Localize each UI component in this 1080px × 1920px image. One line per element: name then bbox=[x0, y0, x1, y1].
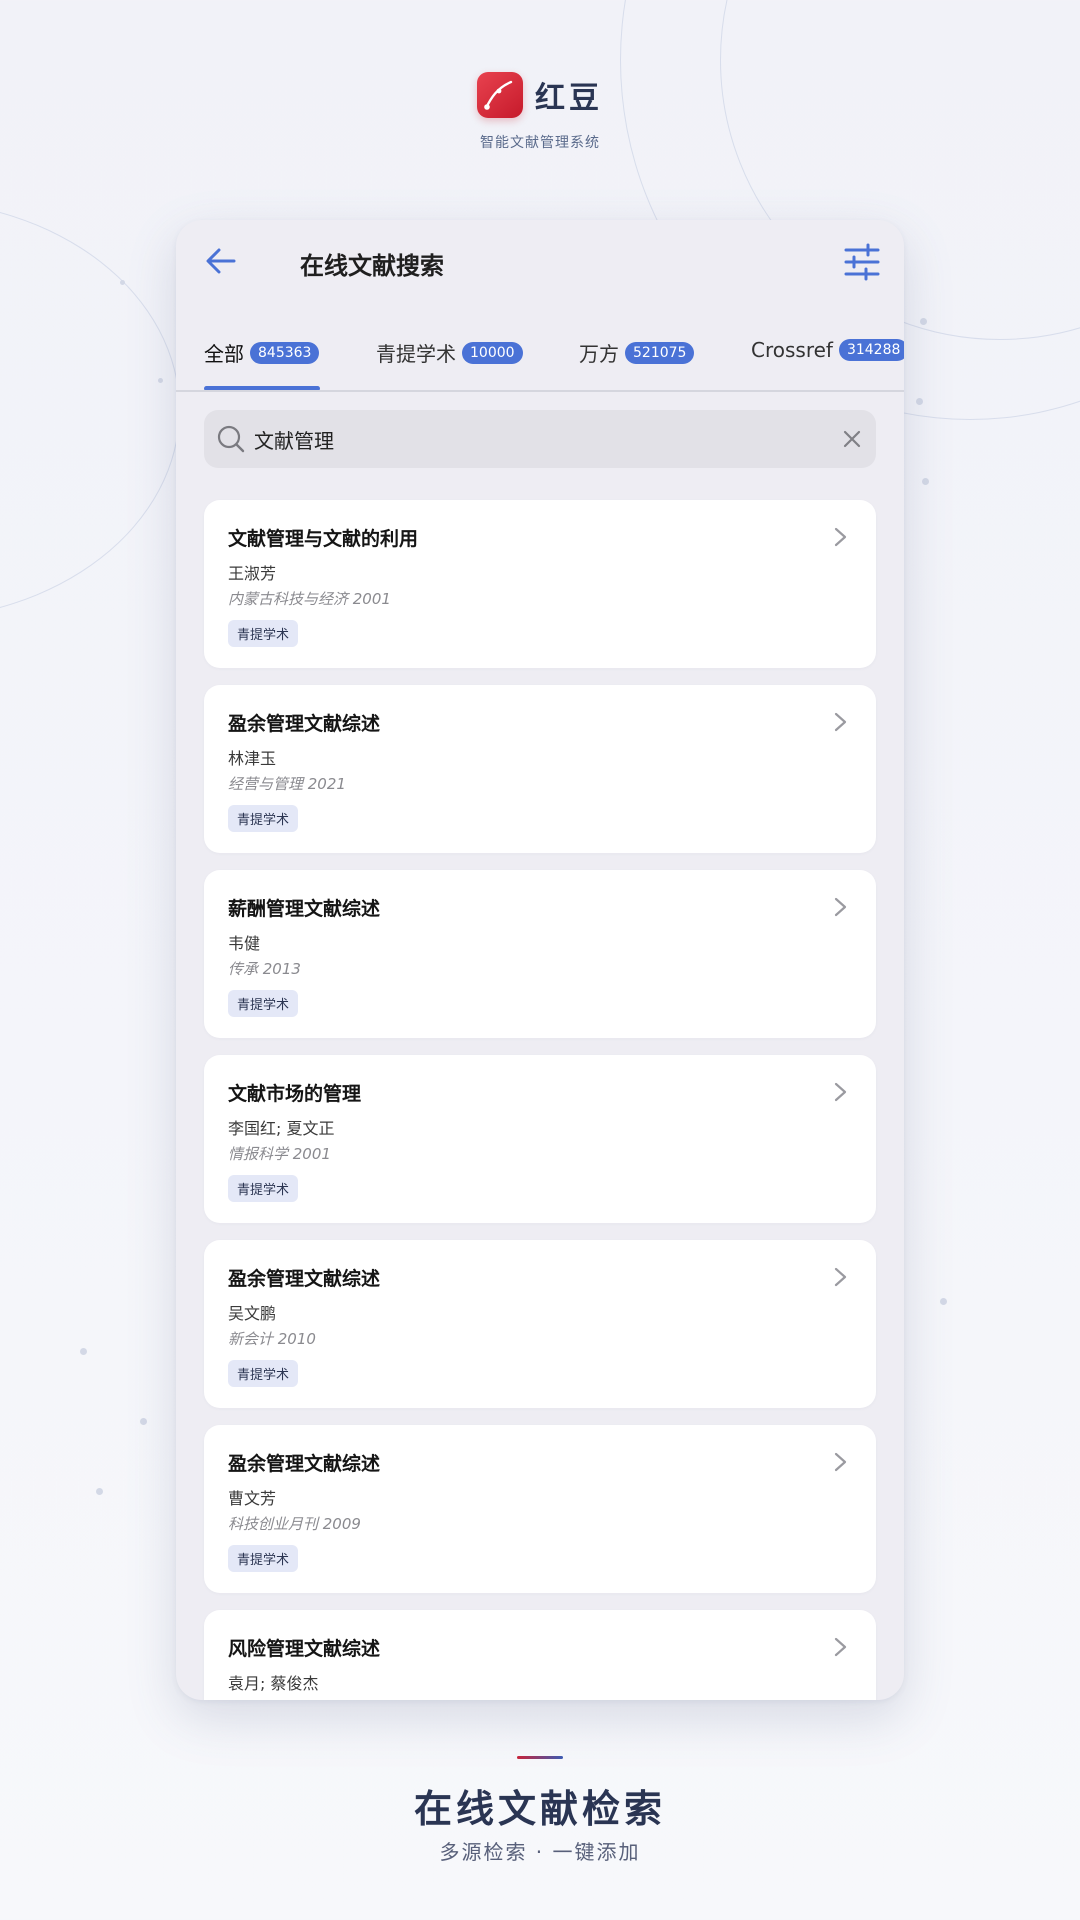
tab-count-badge: 314288 bbox=[838, 339, 904, 361]
result-authors: 曹文芳 bbox=[228, 1489, 277, 1508]
result-card[interactable]: 盈余管理文献综述 曹文芳 科技创业月刊 2009 青提学术 bbox=[204, 1425, 876, 1593]
caption-accent-line bbox=[517, 1756, 563, 1759]
page-title: 在线文献搜索 bbox=[300, 252, 444, 280]
result-title: 薪酬管理文献综述 bbox=[228, 898, 381, 920]
back-arrow-icon[interactable] bbox=[204, 244, 238, 278]
result-card[interactable]: 盈余管理文献综述 林津玉 经营与管理 2021 青提学术 bbox=[204, 685, 876, 853]
results-list: 文献管理与文献的利用 王淑芳 内蒙古科技与经济 2001 青提学术 盈余管理文献… bbox=[204, 500, 876, 1700]
result-title: 盈余管理文献综述 bbox=[228, 713, 381, 735]
result-source: 新会计 2010 bbox=[228, 1330, 316, 1348]
chevron-right-icon bbox=[830, 711, 850, 733]
result-card[interactable]: 文献管理与文献的利用 王淑芳 内蒙古科技与经济 2001 青提学术 bbox=[204, 500, 876, 668]
result-authors: 袁月; 蔡俊杰 bbox=[228, 1674, 319, 1693]
chevron-right-icon bbox=[830, 526, 850, 548]
tab-count-badge: 10000 bbox=[462, 341, 523, 364]
tab-crossref[interactable]: Crossref 314288 bbox=[751, 338, 904, 362]
result-source: 经营与管理 2021 bbox=[228, 775, 346, 793]
phone-screen: 在线文献搜索 全部 845363 青提学术 10000 万方 521075 Cr… bbox=[176, 220, 904, 1700]
chevron-right-icon bbox=[830, 1081, 850, 1103]
tab-wanfang[interactable]: 万方 521075 bbox=[579, 338, 695, 367]
chevron-right-icon bbox=[830, 1636, 850, 1658]
result-title: 文献管理与文献的利用 bbox=[228, 528, 419, 550]
source-tag: 青提学术 bbox=[228, 1545, 299, 1572]
result-authors: 韦健 bbox=[228, 934, 261, 953]
source-tabs: 全部 845363 青提学术 10000 万方 521075 Crossref … bbox=[176, 330, 904, 390]
brand-row: 红豆 bbox=[477, 72, 603, 118]
app-logo-icon bbox=[477, 72, 523, 118]
tab-divider bbox=[176, 390, 904, 392]
result-source: 情报科学 2001 bbox=[228, 1145, 331, 1163]
caption-title: 在线文献检索 bbox=[413, 1787, 666, 1831]
chevron-right-icon bbox=[830, 1451, 850, 1473]
tab-label: 全部 bbox=[204, 342, 244, 366]
result-card[interactable]: 薪酬管理文献综述 韦健 传承 2013 青提学术 bbox=[204, 870, 876, 1038]
result-source: 传承 2013 bbox=[228, 960, 301, 978]
result-title: 盈余管理文献综述 bbox=[228, 1268, 381, 1290]
search-bar bbox=[204, 410, 876, 468]
result-card[interactable]: 盈余管理文献综述 吴文鹏 新会计 2010 青提学术 bbox=[204, 1240, 876, 1408]
chevron-right-icon bbox=[830, 1266, 850, 1288]
result-card[interactable]: 风险管理文献综述 袁月; 蔡俊杰 bbox=[204, 1610, 876, 1700]
filter-sliders-icon[interactable] bbox=[842, 242, 882, 282]
result-authors: 李国红; 夏文正 bbox=[228, 1119, 335, 1138]
tab-count-badge: 521075 bbox=[625, 341, 695, 364]
search-icon bbox=[216, 424, 246, 454]
clear-icon[interactable] bbox=[840, 427, 864, 451]
search-input[interactable] bbox=[254, 418, 814, 460]
result-authors: 王淑芳 bbox=[228, 564, 277, 583]
source-tag: 青提学术 bbox=[228, 1175, 299, 1202]
tab-label: Crossref bbox=[751, 338, 833, 362]
tab-count-badge: 845363 bbox=[250, 341, 320, 364]
source-tag: 青提学术 bbox=[228, 1360, 299, 1387]
result-authors: 林津玉 bbox=[228, 749, 277, 768]
source-tag: 青提学术 bbox=[228, 620, 299, 647]
result-title: 风险管理文献综述 bbox=[228, 1638, 381, 1660]
brand-subtitle: 智能文献管理系统 bbox=[480, 135, 600, 151]
result-source: 科技创业月刊 2009 bbox=[228, 1515, 361, 1533]
result-title: 文献市场的管理 bbox=[228, 1083, 362, 1105]
source-tag: 青提学术 bbox=[228, 805, 299, 832]
caption-subtitle: 多源检索 · 一键添加 bbox=[439, 1840, 641, 1864]
result-source: 内蒙古科技与经济 2001 bbox=[228, 590, 391, 608]
brand-header: 红豆 智能文献管理系统 bbox=[0, 72, 1080, 152]
tab-label: 青提学术 bbox=[376, 342, 456, 366]
tab-qingti[interactable]: 青提学术 10000 bbox=[376, 338, 523, 367]
top-bar: 在线文献搜索 bbox=[176, 220, 904, 302]
tab-all[interactable]: 全部 845363 bbox=[204, 338, 320, 367]
chevron-right-icon bbox=[830, 896, 850, 918]
tab-label: 万方 bbox=[579, 342, 619, 366]
brand-name: 红豆 bbox=[535, 81, 603, 116]
result-card[interactable]: 文献市场的管理 李国红; 夏文正 情报科学 2001 青提学术 bbox=[204, 1055, 876, 1223]
source-tag: 青提学术 bbox=[228, 990, 299, 1017]
result-title: 盈余管理文献综述 bbox=[228, 1453, 381, 1475]
result-authors: 吴文鹏 bbox=[228, 1304, 277, 1323]
